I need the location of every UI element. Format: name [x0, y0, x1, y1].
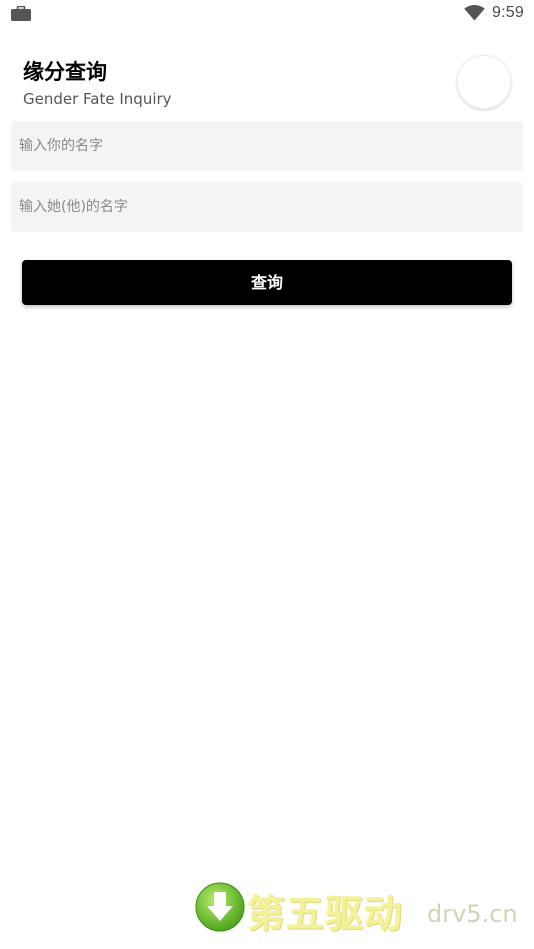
- query-button[interactable]: 查询: [22, 260, 512, 305]
- watermark: 第五驱动 drv5.cn: [193, 880, 523, 940]
- avatar[interactable]: [457, 55, 511, 109]
- download-arrow-icon: [195, 882, 245, 932]
- watermark-url: drv5.cn: [427, 900, 518, 928]
- your-name-input[interactable]: [11, 121, 523, 171]
- status-bar: 9:59: [0, 0, 534, 28]
- status-time: 9:59: [492, 4, 524, 21]
- page-subtitle: Gender Fate Inquiry: [23, 90, 172, 108]
- briefcase-icon: [11, 6, 31, 21]
- page-title: 缘分查询: [23, 60, 107, 84]
- partner-name-input[interactable]: [11, 182, 523, 232]
- wifi-icon: [464, 5, 485, 21]
- watermark-text: 第五驱动: [247, 892, 404, 936]
